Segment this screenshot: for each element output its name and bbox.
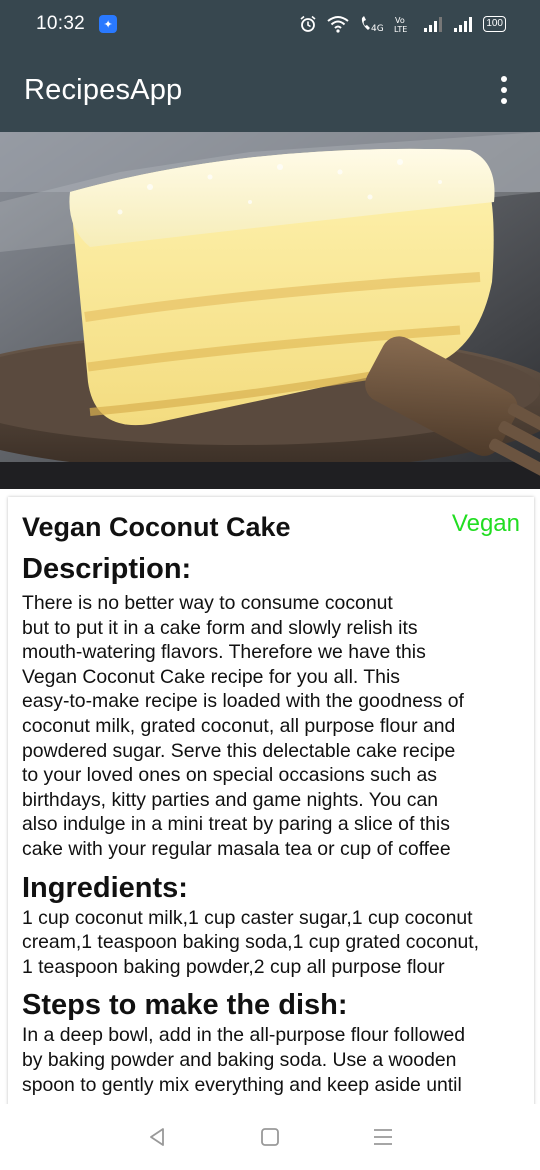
ingredients-line: 1 teaspoon baking powder,2 cup all purpo… bbox=[22, 955, 445, 978]
recipe-name: Vegan Coconut Cake bbox=[22, 512, 291, 542]
app-notification-icon: ✦ bbox=[99, 15, 118, 33]
description-line: birthdays, kitty parties and game nights… bbox=[22, 788, 439, 811]
description-line: to your loved ones on special occasions … bbox=[22, 764, 437, 787]
app-bar: RecipesApp bbox=[0, 48, 540, 132]
recipe-image bbox=[0, 132, 540, 489]
ingredients-title: Ingredients: bbox=[22, 871, 188, 904]
volte-lte-icon: Vo LTE bbox=[394, 16, 407, 34]
status-time: 10:32 bbox=[36, 13, 86, 34]
alarm-icon bbox=[300, 15, 316, 32]
home-icon[interactable] bbox=[255, 1122, 285, 1152]
description-line: easy-to-make recipe is loaded with the g… bbox=[22, 690, 464, 713]
back-icon[interactable] bbox=[142, 1122, 172, 1152]
description-line: mouth-watering flavors. Therefore we hav… bbox=[22, 641, 426, 664]
system-nav-bar bbox=[0, 1104, 540, 1170]
steps-title: Steps to make the dish: bbox=[22, 989, 348, 1022]
description-line: There is no better way to consume coconu… bbox=[22, 592, 393, 614]
status-bar: 10:32 ✦ 4G Vo LTE 100 bbox=[0, 0, 540, 48]
description-text: There is no better way to consume coconu… bbox=[22, 591, 520, 862]
description-title: Description: bbox=[22, 553, 192, 585]
description-line: cake with your regular masala tea or cup… bbox=[22, 837, 451, 860]
battery-icon: 100 bbox=[483, 16, 506, 32]
svg-text:4G: 4G bbox=[371, 24, 383, 33]
ingredients-line: cream,1 teaspoon baking soda,1 cup grate… bbox=[22, 931, 480, 954]
steps-text: In a deep bowl, add in the all-purpose f… bbox=[22, 1023, 520, 1097]
ingredients-line: 1 cup coconut milk,1 cup caster sugar,1 … bbox=[22, 906, 473, 929]
description-line: coconut milk, grated coconut, all purpos… bbox=[22, 714, 456, 737]
recipe-card: Vegan Coconut Cake Vegan Description: Th… bbox=[8, 497, 534, 1117]
svg-text:LTE: LTE bbox=[394, 25, 407, 34]
steps-line: spoon to gently mix everything and keep … bbox=[22, 1073, 462, 1096]
signal-icon-1 bbox=[424, 17, 443, 32]
recents-icon[interactable] bbox=[368, 1122, 398, 1152]
recipe-diet-tag: Vegan bbox=[451, 510, 520, 537]
recipe-header: Vegan Coconut Cake Vegan bbox=[22, 505, 520, 543]
status-icons: 4G Vo LTE 100 bbox=[299, 14, 506, 34]
wifi-icon bbox=[327, 16, 349, 33]
description-line: also indulge in a mini treat by paring a… bbox=[22, 813, 450, 836]
signal-icon-2 bbox=[454, 17, 473, 32]
svg-text:Vo: Vo bbox=[395, 16, 405, 25]
description-line: but to put it in a cake form and slowly … bbox=[22, 616, 418, 639]
ingredients-text: 1 cup coconut milk,1 cup caster sugar,1 … bbox=[22, 906, 520, 980]
volte-call-icon: 4G bbox=[362, 16, 383, 33]
steps-line: by baking powder and baking soda. Use a … bbox=[22, 1048, 457, 1071]
description-line: powdered sugar. Serve this delectable ca… bbox=[22, 739, 456, 762]
steps-line: In a deep bowl, add in the all-purpose f… bbox=[22, 1024, 466, 1047]
app-title: RecipesApp bbox=[24, 73, 183, 106]
description-line: Vegan Coconut Cake recipe for you all. T… bbox=[22, 665, 400, 688]
more-vert-icon[interactable] bbox=[492, 70, 516, 110]
